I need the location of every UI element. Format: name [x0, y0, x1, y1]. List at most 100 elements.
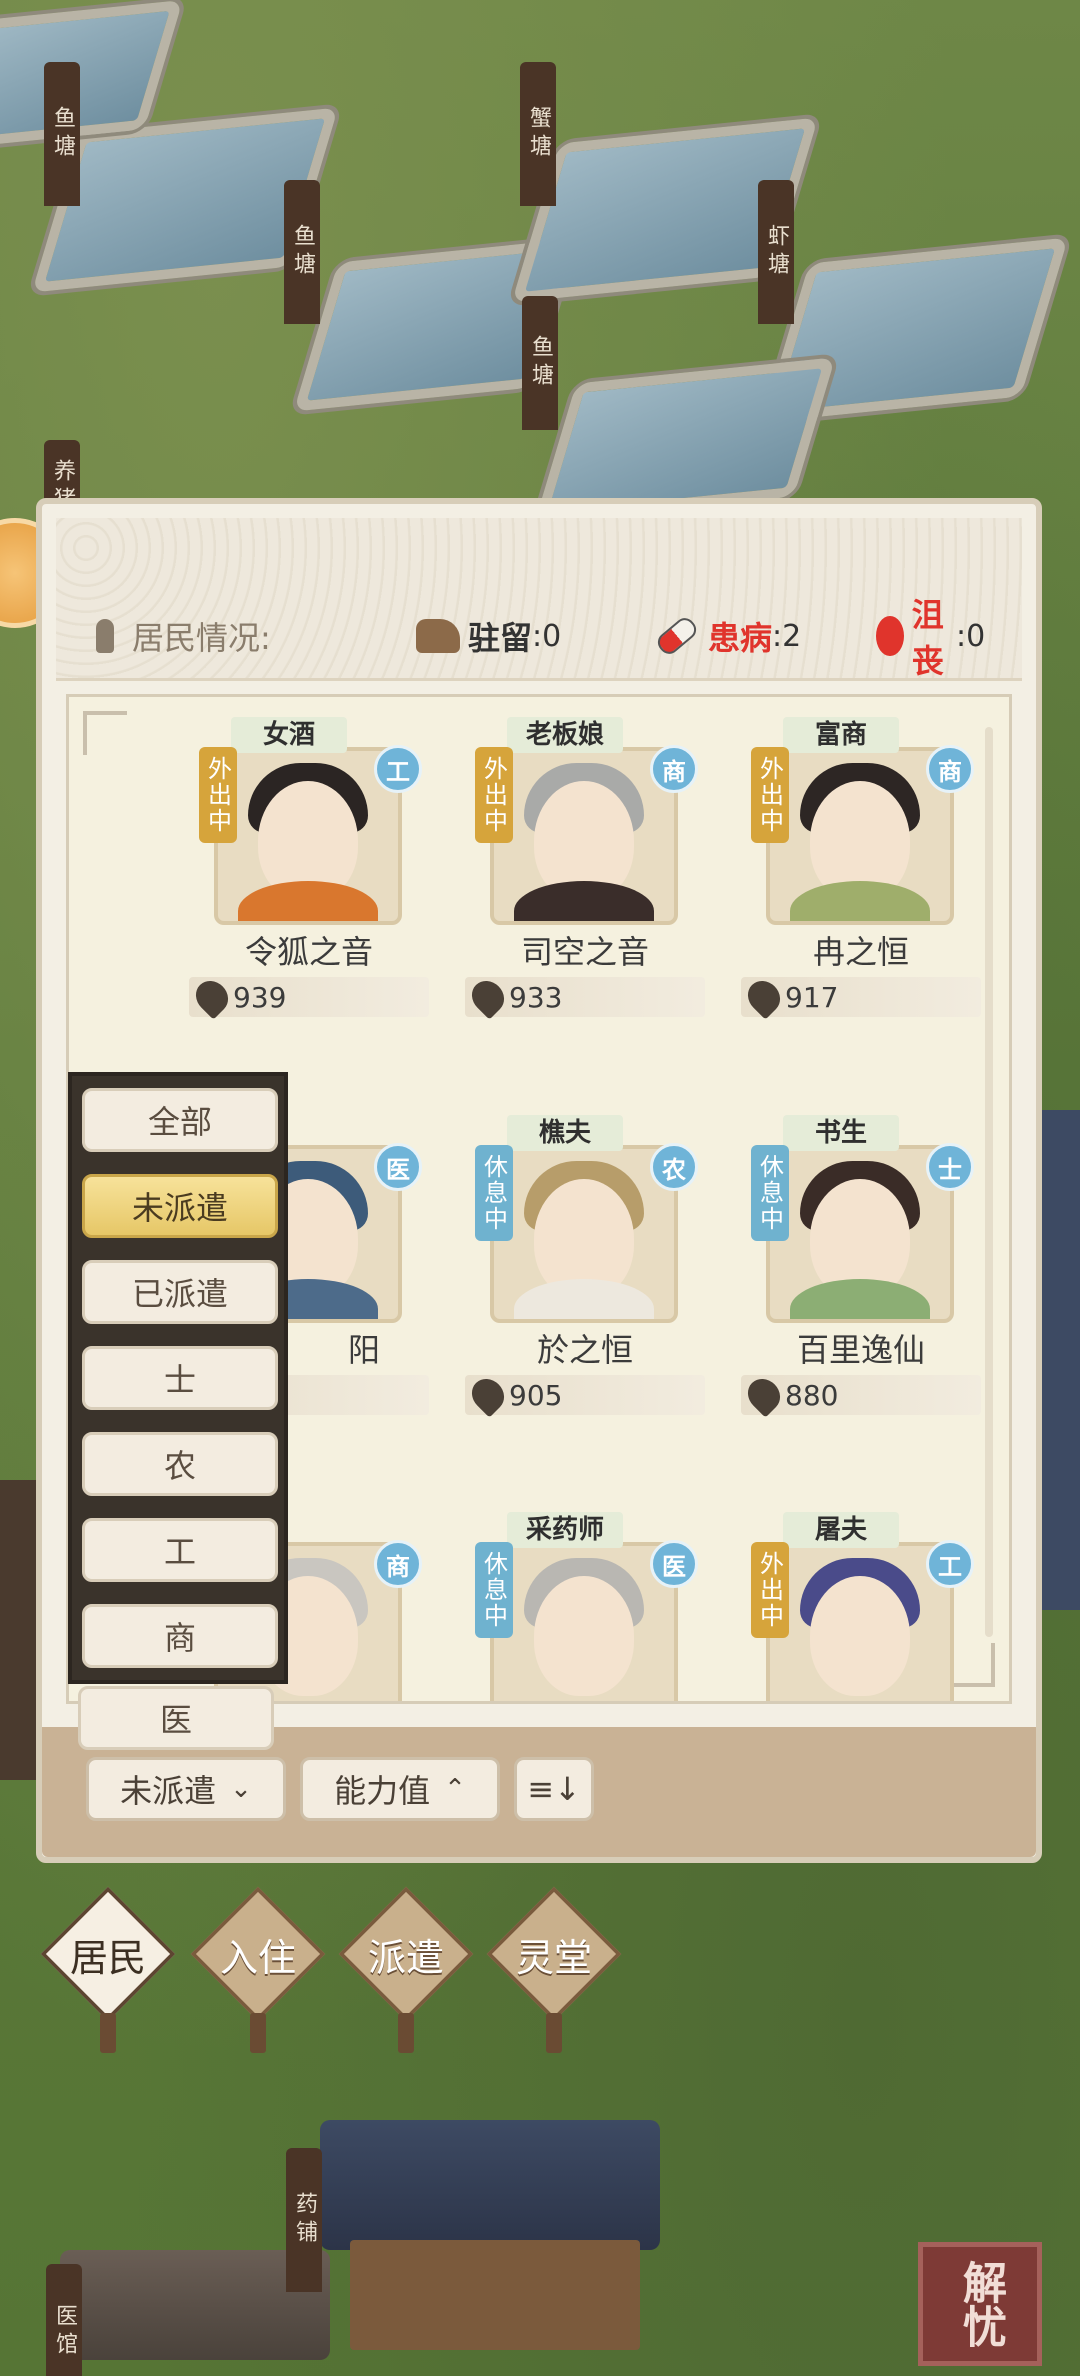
- list-scrollbar[interactable]: [985, 727, 993, 1637]
- class-badge: 医: [374, 1143, 422, 1191]
- face: [810, 1576, 910, 1696]
- heart-icon: [189, 974, 235, 1020]
- filter-option-artisan[interactable]: 工: [82, 1518, 278, 1582]
- filter-select[interactable]: 未派遣 ⌄: [86, 1757, 286, 1821]
- resident-card[interactable]: 老板娘 外出中 商 司空之音 933: [445, 717, 705, 1020]
- tab-post: [100, 2013, 116, 2053]
- status-label: 居民情况:: [96, 613, 271, 659]
- depressed-count: 沮丧 :0: [876, 590, 985, 682]
- resident-role: 书生: [783, 1115, 899, 1151]
- resident-role: 女酒: [231, 717, 347, 753]
- sick-count: 患病 :2: [653, 613, 802, 659]
- tab-label: 灵堂: [515, 1935, 592, 1980]
- tab-memorial[interactable]: 灵堂: [486, 1886, 622, 2053]
- resident-status-row: 居民情况: 驻留 :0 患病 :2 沮丧 :0: [96, 596, 985, 680]
- pharmacy-building[interactable]: [350, 2240, 640, 2350]
- tab-label: 派遣: [367, 1935, 444, 1980]
- status-tag: 外出中: [475, 747, 513, 843]
- class-badge: 商: [374, 1540, 422, 1588]
- status-tag: 休息中: [475, 1542, 513, 1638]
- tab-checkin[interactable]: 入住: [190, 1886, 326, 2053]
- resident-name: 司空之音: [520, 933, 649, 971]
- pharmacy-roof: [320, 2120, 660, 2250]
- horse-icon: [416, 619, 460, 653]
- resident-card[interactable]: 采药师 休息中 医: [445, 1512, 698, 1701]
- pill-icon: [653, 614, 701, 658]
- status-tag: 休息中: [751, 1145, 789, 1241]
- class-badge: 商: [650, 745, 698, 793]
- clothes: [514, 881, 654, 921]
- filter-option-all[interactable]: 全部: [82, 1088, 278, 1152]
- stay-label: 驻留: [468, 619, 533, 657]
- heart-icon: [465, 974, 511, 1020]
- pond-sign: 虾塘: [758, 180, 794, 324]
- chevron-up-icon: ⌃: [444, 1774, 466, 1804]
- ability-value: 917: [741, 974, 981, 1020]
- sad-face-icon: [876, 616, 904, 656]
- clothes: [790, 881, 930, 921]
- resident-card[interactable]: 樵夫 休息中 农 於之恒 905: [445, 1115, 705, 1418]
- ability-number: 939: [233, 980, 287, 1014]
- sort-select[interactable]: 能力值 ⌃: [300, 1757, 500, 1821]
- resident-name: 冉之恒: [812, 933, 909, 971]
- face: [534, 1576, 634, 1696]
- resident-card[interactable]: 女酒 外出中 工 令狐之音 939: [169, 717, 429, 1020]
- tab-post: [398, 2013, 414, 2053]
- ability-number: 905: [509, 1378, 563, 1412]
- resident-name: 於之恒: [536, 1331, 633, 1369]
- ability-number: 933: [509, 980, 563, 1014]
- resident-card[interactable]: 屠夫 外出中 工: [721, 1512, 974, 1701]
- resident-card[interactable]: 书生 休息中 士 百里逸仙 880: [721, 1115, 981, 1418]
- chevron-down-icon: ⌄: [230, 1774, 252, 1804]
- status-label-text: 居民情况:: [132, 619, 271, 657]
- tab-label: 入住: [219, 1935, 296, 1980]
- status-tag: 外出中: [751, 747, 789, 843]
- heart-icon: [741, 974, 787, 1020]
- pond-sign: 蟹塘: [520, 62, 556, 206]
- sort-select-label: 能力值: [334, 1772, 431, 1810]
- sort-order-toggle[interactable]: ≡↓: [514, 1757, 594, 1821]
- pond-sign: 鱼塘: [44, 62, 80, 206]
- sad-value: :0: [956, 618, 986, 654]
- tab-label: 居民: [69, 1935, 146, 1980]
- class-badge: 工: [374, 745, 422, 793]
- ability-number: 880: [785, 1378, 839, 1412]
- filter-option-doctor[interactable]: 医: [78, 1686, 274, 1750]
- tab-dispatch[interactable]: 派遣: [338, 1886, 474, 2053]
- jieyou-stamp-button[interactable]: 解忧: [918, 2242, 1042, 2366]
- resident-name: 令狐之音: [244, 933, 373, 971]
- filter-option-undispatched[interactable]: 未派遣: [82, 1174, 278, 1238]
- sick-value: :2: [772, 618, 802, 654]
- filter-option-dispatched[interactable]: 已派遣: [82, 1260, 278, 1324]
- filter-option-merchant[interactable]: 商: [82, 1604, 278, 1668]
- status-tag: 外出中: [751, 1542, 789, 1638]
- corner-ornament: [83, 711, 127, 755]
- tab-residents[interactable]: 居民: [40, 1886, 176, 2053]
- status-tag: 休息中: [475, 1145, 513, 1241]
- class-badge: 工: [926, 1540, 974, 1588]
- ability-value: 880: [741, 1372, 981, 1418]
- resident-role: 屠夫: [783, 1512, 899, 1548]
- class-badge: 商: [926, 745, 974, 793]
- sad-label: 沮丧: [911, 596, 944, 680]
- tab-post: [546, 2013, 562, 2053]
- building-edge: [0, 1480, 36, 1780]
- clothes: [514, 1279, 654, 1319]
- person-icon: [96, 619, 114, 653]
- clothes: [790, 1279, 930, 1319]
- resident-role: 富商: [783, 717, 899, 753]
- class-badge: 医: [650, 1540, 698, 1588]
- stay-count: 驻留 :0: [416, 613, 561, 659]
- resident-name: 百里逸仙: [796, 1331, 925, 1369]
- filter-select-label: 未派遣: [120, 1772, 217, 1810]
- class-badge: 农: [650, 1143, 698, 1191]
- clinic-sign: 医馆: [46, 2264, 82, 2376]
- panel-header: 居民情况: 驻留 :0 患病 :2 沮丧 :0: [56, 518, 1022, 681]
- sort-order-icon: ≡↓: [527, 1770, 581, 1808]
- ability-value: 933: [465, 974, 705, 1020]
- resident-card[interactable]: 富商 外出中 商 冉之恒 917: [721, 717, 981, 1020]
- resident-name: 阳: [347, 1331, 380, 1369]
- ability-number: 917: [785, 980, 839, 1014]
- filter-option-farmer[interactable]: 农: [82, 1432, 278, 1496]
- filter-option-scholar[interactable]: 士: [82, 1346, 278, 1410]
